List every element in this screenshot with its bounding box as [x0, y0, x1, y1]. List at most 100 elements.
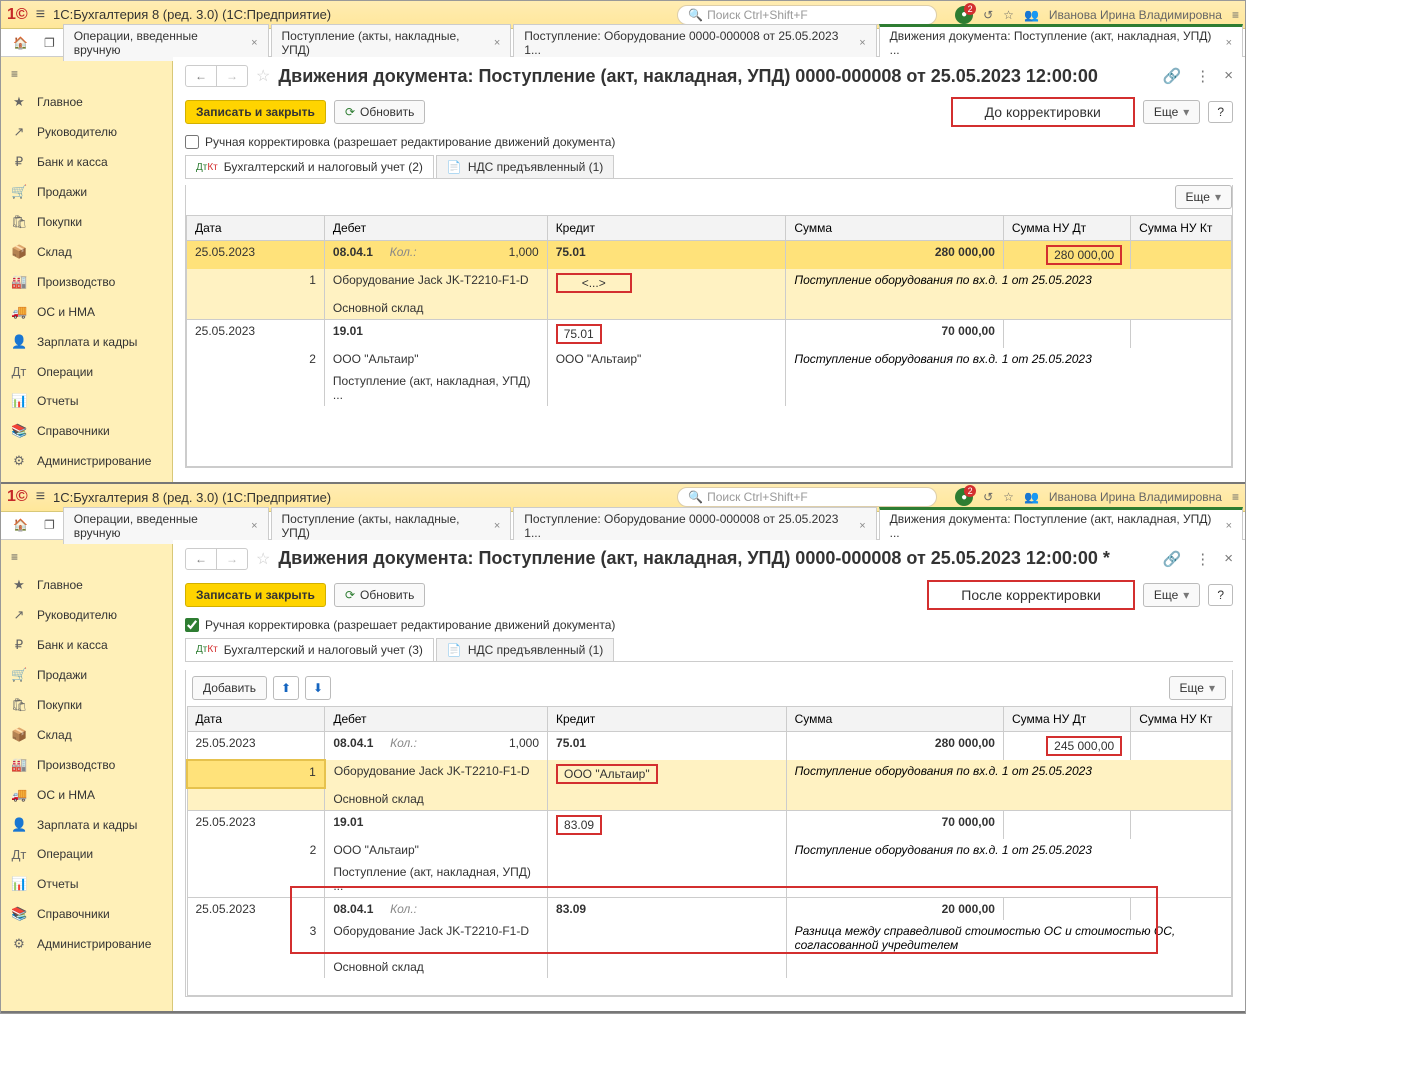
close-icon[interactable]: × — [494, 520, 500, 532]
search-input[interactable]: 🔍 Поиск Ctrl+Shift+F — [677, 487, 937, 507]
table-row[interactable]: 3 Оборудование Jack JK-T2210-F1-D Разниц… — [187, 920, 1232, 956]
windows-icon[interactable]: ❐ — [36, 32, 63, 54]
sidebar-toggle-icon[interactable]: ≡ — [1, 544, 172, 570]
favorite-icon[interactable]: ☆ — [256, 66, 270, 86]
user-name[interactable]: Иванова Ирина Владимировна — [1049, 8, 1222, 22]
sidebar-item-salary[interactable]: 👤Зарплата и кадры — [1, 327, 172, 357]
refresh-button[interactable]: ⟳Обновить — [334, 583, 425, 607]
app-menu-icon[interactable]: ≡ — [1232, 490, 1239, 504]
star-icon[interactable]: ☆ — [1003, 8, 1014, 22]
table-row[interactable]: 25.05.2023 19.01 75.01 70 000,00 — [187, 320, 1232, 349]
menu-icon[interactable]: ≡ — [36, 6, 45, 24]
th-nu-kt[interactable]: Сумма НУ Кт — [1131, 706, 1232, 731]
save-close-button[interactable]: Записать и закрыть — [185, 100, 326, 124]
sidebar-item-main[interactable]: ★Главное — [1, 87, 172, 117]
table-row[interactable]: 25.05.2023 08.04.1 Кол.: 1,000 75.01 280… — [187, 731, 1232, 760]
close-icon[interactable]: × — [1226, 37, 1232, 49]
inner-tab-vat[interactable]: 📄НДС предъявленный (1) — [436, 155, 614, 178]
tab-1[interactable]: Поступление (акты, накладные, УПД)× — [271, 24, 512, 61]
menu-icon[interactable]: ≡ — [36, 488, 45, 506]
grid-more-button[interactable]: Еще — [1169, 676, 1226, 700]
sidebar-item-stock[interactable]: 📦Склад — [1, 237, 172, 267]
th-date[interactable]: Дата — [187, 216, 325, 241]
history-icon[interactable]: ↺ — [983, 490, 993, 504]
add-button[interactable]: Добавить — [192, 676, 267, 700]
sidebar-toggle-icon[interactable]: ≡ — [1, 61, 172, 87]
link-icon[interactable]: 🔗 — [1163, 67, 1182, 85]
table-row[interactable]: 2 ООО "Альтаир" Поступление оборудования… — [187, 839, 1232, 861]
manual-edit-checkbox[interactable]: Ручная корректировка (разрешает редактир… — [185, 618, 1233, 632]
app-menu-icon[interactable]: ≡ — [1232, 8, 1239, 22]
inner-tab-accounting[interactable]: ДтКтБухгалтерский и налоговый учет (2) — [185, 155, 434, 178]
more-icon[interactable]: ⋮ — [1195, 67, 1210, 85]
sidebar-item-bank[interactable]: ₽Банк и касса — [1, 630, 172, 660]
sidebar-item-refs[interactable]: 📚Справочники — [1, 899, 172, 929]
windows-icon[interactable]: ❐ — [36, 514, 63, 536]
tab-1[interactable]: Поступление (акты, накладные, УПД)× — [271, 507, 512, 544]
sidebar-item-sales[interactable]: 🛒Продажи — [1, 177, 172, 207]
favorite-icon[interactable]: ☆ — [256, 549, 270, 569]
table-row[interactable]: 1 Оборудование Jack JK-T2210-F1-D ООО "А… — [187, 760, 1232, 788]
tab-3[interactable]: Движения документа: Поступление (акт, на… — [879, 507, 1243, 544]
sidebar-item-bank[interactable]: ₽Банк и касса — [1, 147, 172, 177]
th-credit[interactable]: Кредит — [547, 216, 786, 241]
table-row[interactable]: Основной склад — [187, 788, 1232, 811]
th-debit[interactable]: Дебет — [325, 706, 548, 731]
link-icon[interactable]: 🔗 — [1163, 550, 1182, 568]
grid-more-button[interactable]: Еще — [1175, 185, 1232, 209]
th-nu-dt[interactable]: Сумма НУ Дт — [1003, 216, 1130, 241]
notifications-icon[interactable]: ●2 — [955, 488, 973, 506]
tab-2[interactable]: Поступление: Оборудование 0000-000008 от… — [513, 507, 876, 544]
sidebar-item-os[interactable]: 🚚ОС и НМА — [1, 297, 172, 327]
table-row[interactable]: 25.05.2023 19.01 83.09 70 000,00 — [187, 810, 1232, 839]
table-row[interactable]: 1 Оборудование Jack JK-T2210-F1-D <...> … — [187, 269, 1232, 297]
table-row[interactable]: 2 ООО "Альтаир" ООО "Альтаир" Поступлени… — [187, 348, 1232, 370]
search-input[interactable]: 🔍 Поиск Ctrl+Shift+F — [677, 5, 937, 25]
close-icon[interactable]: × — [859, 520, 865, 532]
sidebar-item-main[interactable]: ★Главное — [1, 570, 172, 600]
sidebar-item-os[interactable]: 🚚ОС и НМА — [1, 780, 172, 810]
table-row[interactable]: Основной склад — [187, 956, 1232, 978]
sidebar-item-manager[interactable]: ↗Руководителю — [1, 117, 172, 147]
close-icon[interactable]: × — [251, 37, 257, 49]
close-icon[interactable]: × — [1224, 550, 1233, 568]
movements-grid[interactable]: Дата Дебет Кредит Сумма Сумма НУ Дт Сумм… — [186, 215, 1232, 467]
history-icon[interactable]: ↺ — [983, 8, 993, 22]
notifications-icon[interactable]: ●2 — [955, 6, 973, 24]
sidebar-item-prod[interactable]: 🏭Производство — [1, 750, 172, 780]
th-sum[interactable]: Сумма — [786, 216, 1003, 241]
sidebar-item-refs[interactable]: 📚Справочники — [1, 416, 172, 446]
sidebar-item-admin[interactable]: ⚙Администрирование — [1, 929, 172, 959]
th-nu-dt[interactable]: Сумма НУ Дт — [1003, 706, 1130, 731]
sidebar-item-admin[interactable]: ⚙Администрирование — [1, 446, 172, 476]
home-icon[interactable]: 🏠 — [5, 32, 36, 54]
user-name[interactable]: Иванова Ирина Владимировна — [1049, 490, 1222, 504]
tab-2[interactable]: Поступление: Оборудование 0000-000008 от… — [513, 24, 876, 61]
th-nu-kt[interactable]: Сумма НУ Кт — [1131, 216, 1232, 241]
close-icon[interactable]: × — [251, 520, 257, 532]
th-credit[interactable]: Кредит — [548, 706, 787, 731]
th-date[interactable]: Дата — [187, 706, 325, 731]
star-icon[interactable]: ☆ — [1003, 490, 1014, 504]
inner-tab-accounting[interactable]: ДтКтБухгалтерский и налоговый учет (3) — [185, 638, 434, 661]
table-row[interactable]: 25.05.2023 08.04.1 Кол.: 83.09 20 000,00 — [187, 897, 1232, 920]
table-row[interactable]: Поступление (акт, накладная, УПД) ... — [187, 370, 1232, 406]
th-sum[interactable]: Сумма — [786, 706, 1003, 731]
help-button[interactable]: ? — [1208, 584, 1233, 606]
table-row[interactable]: Основной склад — [187, 297, 1232, 320]
nav-arrows[interactable]: ←→ — [185, 548, 248, 570]
close-icon[interactable]: × — [1224, 67, 1233, 85]
inner-tab-vat[interactable]: 📄НДС предъявленный (1) — [436, 638, 614, 661]
nav-arrows[interactable]: ←→ — [185, 65, 248, 87]
save-close-button[interactable]: Записать и закрыть — [185, 583, 326, 607]
movements-grid[interactable]: Дата Дебет Кредит Сумма Сумма НУ Дт Сумм… — [186, 706, 1232, 997]
more-button[interactable]: Еще — [1143, 100, 1200, 124]
tab-0[interactable]: Операции, введенные вручную× — [63, 24, 269, 61]
move-up-button[interactable]: ⬆ — [273, 676, 299, 700]
manual-edit-checkbox[interactable]: Ручная корректировка (разрешает редактир… — [185, 135, 1233, 149]
sidebar-item-ops[interactable]: ДтОперации — [1, 840, 172, 869]
th-debit[interactable]: Дебет — [324, 216, 547, 241]
table-row[interactable]: 25.05.2023 08.04.1 Кол.: 1,000 75.01 280… — [187, 241, 1232, 270]
sidebar-item-purchase[interactable]: 🛍Покупки — [1, 690, 172, 720]
sidebar-item-reports[interactable]: 📊Отчеты — [1, 386, 172, 416]
